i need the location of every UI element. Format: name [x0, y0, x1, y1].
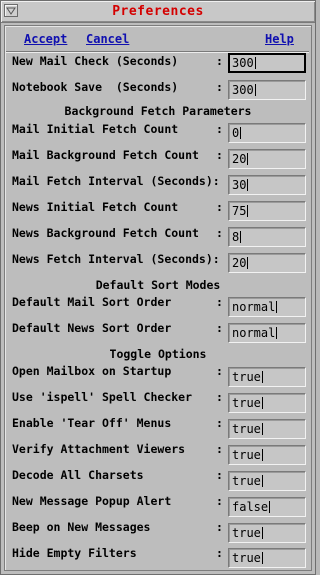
- colon: :: [216, 200, 223, 214]
- open-mailbox-input[interactable]: true: [228, 367, 306, 387]
- colon: :: [216, 295, 223, 309]
- field-value: normal: [232, 326, 276, 340]
- text-caret: [261, 397, 263, 409]
- background-fetch-heading: Background Fetch Parameters: [64, 104, 252, 118]
- text-caret: [247, 257, 249, 269]
- text-caret: [247, 205, 249, 217]
- news-initial-fetch-input[interactable]: 75: [228, 201, 306, 221]
- field-value: 30: [232, 178, 247, 192]
- title-bar[interactable]: Preferences: [1, 1, 315, 23]
- colon: :: [216, 390, 223, 404]
- cancel-button[interactable]: Cancel: [86, 32, 129, 46]
- text-caret: [261, 552, 263, 564]
- decode-charsets-label: Decode All Charsets: [12, 468, 144, 482]
- action-bar: Accept Cancel Help: [9, 29, 307, 49]
- news-sort-order-input[interactable]: normal: [228, 323, 306, 343]
- new-mail-check-input[interactable]: 300: [228, 53, 306, 73]
- news-background-fetch-input[interactable]: 8: [228, 227, 306, 247]
- new-mail-check-label: New Mail Check (Seconds): [12, 54, 179, 68]
- mail-sort-order-input[interactable]: normal: [228, 297, 306, 317]
- open-mailbox-label: Open Mailbox on Startup: [12, 364, 172, 378]
- text-caret: [261, 475, 263, 487]
- text-caret: [240, 231, 242, 243]
- text-caret: [254, 84, 256, 96]
- verify-viewers-input[interactable]: true: [228, 445, 306, 465]
- hide-empty-filters-input[interactable]: true: [228, 548, 306, 568]
- decode-charsets-input[interactable]: true: [228, 471, 306, 491]
- colon: :: [216, 468, 223, 482]
- text-caret: [247, 153, 249, 165]
- tear-off-menus-label: Enable 'Tear Off' Menus: [12, 416, 172, 430]
- field-value: 20: [232, 152, 247, 166]
- colon: :: [216, 80, 223, 94]
- field-value: 75: [232, 204, 247, 218]
- mail-fetch-interval-label: Mail Fetch Interval (Seconds):: [12, 174, 220, 188]
- preferences-window: Preferences Accept Cancel Help New Mail …: [0, 0, 316, 575]
- text-caret: [261, 423, 263, 435]
- notebook-save-label: Notebook Save (Seconds): [12, 80, 179, 94]
- news-sort-order-label: Default News Sort Order: [12, 321, 172, 335]
- text-caret: [254, 57, 256, 69]
- popup-alert-input[interactable]: false: [228, 497, 306, 517]
- text-caret: [247, 179, 249, 191]
- help-button[interactable]: Help: [265, 32, 294, 46]
- news-fetch-interval-input[interactable]: 20: [228, 253, 306, 273]
- popup-alert-label: New Message Popup Alert: [12, 494, 172, 508]
- field-value: 20: [232, 256, 247, 270]
- colon: :: [216, 54, 223, 68]
- field-value: true: [232, 551, 261, 565]
- accept-button[interactable]: Accept: [24, 32, 67, 46]
- ispell-input[interactable]: true: [228, 393, 306, 413]
- colon: :: [216, 364, 223, 378]
- field-value: true: [232, 448, 261, 462]
- colon: :: [216, 226, 223, 240]
- tear-off-menus-input[interactable]: true: [228, 419, 306, 439]
- text-caret: [261, 449, 263, 461]
- field-value: true: [232, 396, 261, 410]
- text-caret: [261, 371, 263, 383]
- news-initial-fetch-label: News Initial Fetch Count: [12, 200, 179, 214]
- colon: :: [216, 520, 223, 534]
- colon: :: [216, 416, 223, 430]
- notebook-save-input[interactable]: 300: [228, 80, 306, 100]
- field-value: normal: [232, 300, 276, 314]
- colon: :: [216, 494, 223, 508]
- ispell-label: Use 'ispell' Spell Checker: [12, 390, 193, 404]
- text-caret: [269, 501, 271, 513]
- field-value: 300: [232, 56, 254, 70]
- colon: :: [216, 442, 223, 456]
- news-fetch-interval-label: News Fetch Interval (Seconds):: [12, 252, 220, 266]
- text-caret: [261, 527, 263, 539]
- sort-modes-heading: Default Sort Modes: [95, 278, 221, 292]
- beep-new-messages-label: Beep on New Messages: [12, 520, 151, 534]
- mail-background-fetch-input[interactable]: 20: [228, 149, 306, 169]
- mail-sort-order-label: Default Mail Sort Order: [12, 295, 172, 309]
- colon: :: [216, 546, 223, 560]
- field-value: 8: [232, 230, 240, 244]
- window-title: Preferences: [112, 4, 204, 19]
- mail-initial-fetch-label: Mail Initial Fetch Count: [12, 122, 179, 136]
- beep-new-messages-input[interactable]: true: [228, 523, 306, 543]
- verify-viewers-label: Verify Attachment Viewers: [12, 442, 186, 456]
- mail-initial-fetch-input[interactable]: 0: [228, 123, 306, 143]
- text-caret: [276, 327, 278, 339]
- text-caret: [240, 127, 242, 139]
- colon: :: [216, 148, 223, 162]
- field-value: true: [232, 422, 261, 436]
- text-caret: [276, 301, 278, 313]
- field-value: true: [232, 370, 261, 384]
- toggle-options-heading: Toggle Options: [109, 347, 207, 361]
- field-value: true: [232, 474, 261, 488]
- field-value: false: [232, 500, 269, 514]
- colon: :: [216, 321, 223, 335]
- field-value: 300: [232, 83, 254, 97]
- colon: :: [216, 122, 223, 136]
- mail-fetch-interval-input[interactable]: 30: [228, 175, 306, 195]
- news-background-fetch-label: News Background Fetch Count: [12, 226, 199, 240]
- field-value: true: [232, 526, 261, 540]
- mail-background-fetch-label: Mail Background Fetch Count: [12, 148, 199, 162]
- field-value: 0: [232, 126, 240, 140]
- hide-empty-filters-label: Hide Empty Filters: [12, 546, 137, 560]
